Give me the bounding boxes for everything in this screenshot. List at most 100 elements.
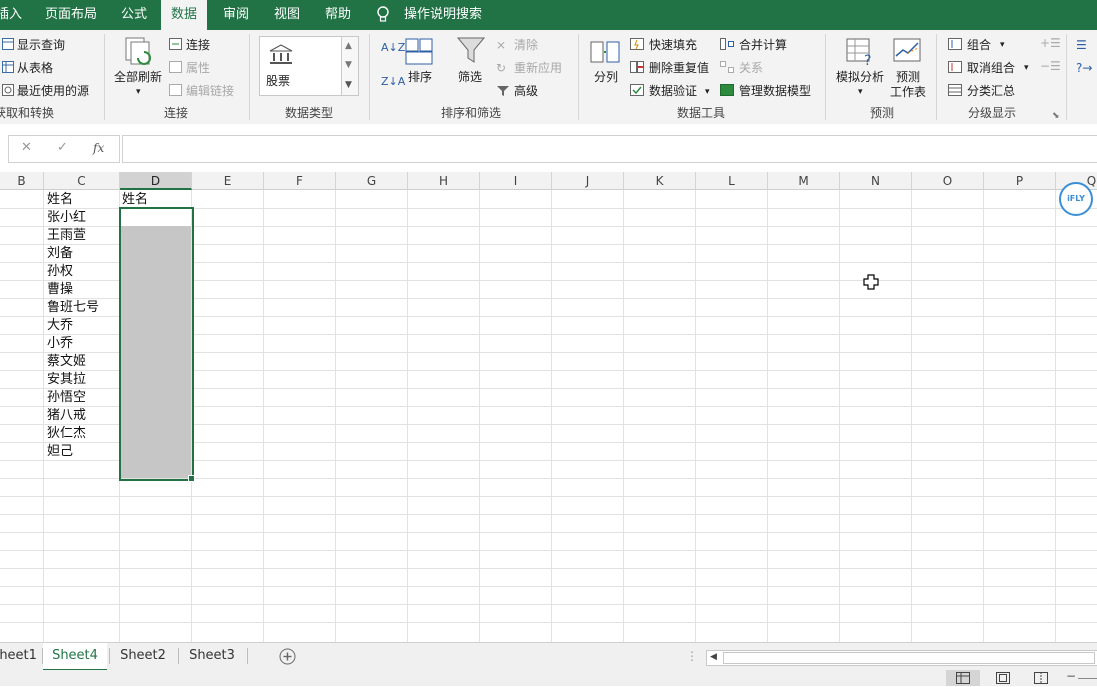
column-header-F[interactable]: F	[264, 172, 336, 190]
ungroup-button[interactable]: 取消组合	[967, 60, 1015, 76]
sort-za-icon[interactable]: Z↓A	[381, 74, 405, 90]
relationships-button[interactable]: 关系	[739, 60, 763, 76]
remove-duplicates-button[interactable]: 删除重复值	[649, 60, 709, 76]
column-header-J[interactable]: J	[552, 172, 624, 190]
connections-button[interactable]: 连接	[186, 37, 210, 53]
advanced-button[interactable]: 高级	[514, 83, 538, 99]
column-header-P[interactable]: P	[984, 172, 1056, 190]
fill-handle[interactable]	[188, 475, 195, 482]
show-detail-icon[interactable]: +☰	[1040, 35, 1061, 51]
zoom-out-icon[interactable]: −	[1066, 668, 1076, 684]
enter-icon[interactable]: ✓	[57, 140, 68, 156]
column-header-H[interactable]: H	[408, 172, 480, 190]
what-if-button[interactable]: 模拟分析	[836, 69, 884, 85]
tab-review[interactable]: 审阅	[223, 0, 249, 30]
cancel-icon[interactable]: ✕	[21, 140, 32, 156]
tab-view[interactable]: 视图	[274, 0, 300, 30]
chevron-down-icon[interactable]: ▾	[1024, 60, 1029, 76]
consolidate-button[interactable]: 合并计算	[739, 37, 787, 53]
reapply-button[interactable]: 重新应用	[514, 60, 562, 76]
edit-links-button[interactable]: 编辑链接	[186, 83, 234, 99]
chevron-down-icon[interactable]: ▾	[1000, 37, 1005, 53]
cell-D-header[interactable]: 姓名	[122, 191, 148, 209]
sheet-tab-sheet4[interactable]: Sheet4	[43, 643, 107, 671]
name-cell[interactable]: 张小红	[47, 209, 86, 227]
subtotal-button[interactable]: 分类汇总	[967, 83, 1015, 99]
name-cell[interactable]: 孙悟空	[47, 389, 86, 407]
gallery-scroll[interactable]: ▲ ▼ ▼	[341, 36, 359, 96]
chevron-down-icon[interactable]: ▾	[136, 84, 141, 100]
split-handle-icon[interactable]: ⋮	[686, 648, 698, 664]
column-header-K[interactable]: K	[624, 172, 696, 190]
properties-button[interactable]: 属性	[186, 60, 210, 76]
tab-data[interactable]: 数据	[161, 0, 207, 30]
data-validation-button[interactable]: 数据验证	[649, 83, 697, 99]
filter-button[interactable]: 筛选	[458, 69, 482, 85]
horizontal-scrollbar[interactable]: ◀	[706, 650, 1097, 666]
name-cell[interactable]: 小乔	[47, 335, 73, 353]
scrollbar-thumb[interactable]	[723, 652, 1095, 664]
name-cell[interactable]: 妲己	[47, 443, 73, 461]
dialog-launcher-icon[interactable]: ⬊	[1052, 108, 1060, 124]
text-to-columns-button[interactable]: 分列	[594, 69, 618, 85]
page-break-view-icon[interactable]	[1034, 672, 1048, 687]
column-header-O[interactable]: O	[912, 172, 984, 190]
name-cell[interactable]: 大乔	[47, 317, 73, 335]
column-header-N[interactable]: N	[840, 172, 912, 190]
name-cell[interactable]: 猪八戒	[47, 407, 86, 425]
name-cell[interactable]: 鲁班七号	[47, 299, 99, 317]
page-layout-view-icon[interactable]	[996, 672, 1010, 687]
sort-button[interactable]: 排序	[408, 69, 432, 85]
normal-view-button[interactable]	[946, 670, 980, 686]
name-cell[interactable]: 狄仁杰	[47, 425, 86, 443]
clear-button[interactable]: 清除	[514, 37, 538, 53]
name-cell[interactable]: 王雨萱	[47, 227, 86, 245]
name-cell[interactable]: 曹操	[47, 281, 73, 299]
column-header-C[interactable]: C	[44, 172, 120, 190]
lightbulb-icon[interactable]	[376, 0, 390, 30]
chevron-up-icon[interactable]: ▲	[345, 38, 352, 54]
name-cell[interactable]: 安其拉	[47, 371, 86, 389]
tab-help[interactable]: 帮助	[325, 0, 351, 30]
analysis-icon[interactable]: ☰	[1076, 37, 1087, 53]
from-table-button[interactable]: 从表格	[17, 60, 53, 76]
chevron-down-icon[interactable]: ▾	[705, 84, 710, 100]
sheet-tab-sheet3[interactable]: Sheet3	[179, 643, 245, 669]
manage-data-model-button[interactable]: 管理数据模型	[739, 83, 811, 99]
sheet-tab-sheet2[interactable]: Sheet2	[110, 643, 176, 669]
show-query-button[interactable]: 显示查询	[17, 37, 65, 53]
column-header-G[interactable]: G	[336, 172, 408, 190]
refresh-all-button[interactable]: 全部刷新	[114, 69, 162, 85]
name-cell[interactable]: 刘备	[47, 245, 73, 263]
column-header-M[interactable]: M	[768, 172, 840, 190]
tab-formulas[interactable]: 公式	[121, 0, 147, 30]
column-header-I[interactable]: I	[480, 172, 552, 190]
sheet-tab-sheet1[interactable]: Sheet1	[0, 643, 42, 669]
chevron-down-icon[interactable]: ▾	[858, 84, 863, 100]
recent-sources-button[interactable]: 最近使用的源	[17, 83, 89, 99]
column-header-L[interactable]: L	[696, 172, 768, 190]
name-cell[interactable]: 孙权	[47, 263, 73, 281]
sort-az-icon[interactable]: A↓Z	[381, 40, 405, 56]
scroll-left-icon[interactable]: ◀	[710, 649, 717, 665]
hide-detail-icon[interactable]: −☰	[1040, 58, 1061, 74]
stocks-button[interactable]: 股票	[266, 73, 290, 89]
flash-fill-button[interactable]: 快速填充	[649, 37, 697, 53]
column-header-D[interactable]: D	[120, 172, 192, 190]
ifly-logo[interactable]: iFLY	[1059, 182, 1093, 216]
chevron-down-icon[interactable]: ▼	[345, 57, 352, 73]
cell-C-header[interactable]: 姓名	[47, 191, 73, 209]
name-cell[interactable]: 蔡文姬	[47, 353, 86, 371]
insert-function-icon[interactable]: fx	[93, 140, 104, 156]
tab-insert[interactable]: 插入	[0, 0, 22, 30]
add-sheet-icon[interactable]	[279, 648, 296, 668]
column-header-E[interactable]: E	[192, 172, 264, 190]
data-type-gallery[interactable]: 股票	[259, 36, 343, 96]
group-button[interactable]: 组合	[967, 37, 991, 53]
solver-icon[interactable]: ?→	[1076, 60, 1092, 76]
forecast-sheet-button[interactable]: 预测	[896, 69, 920, 85]
zoom-slider[interactable]	[1078, 678, 1097, 679]
tab-page-layout[interactable]: 页面布局	[45, 0, 97, 30]
more-icon[interactable]: ▼	[345, 77, 352, 93]
formula-input[interactable]	[122, 135, 1097, 163]
